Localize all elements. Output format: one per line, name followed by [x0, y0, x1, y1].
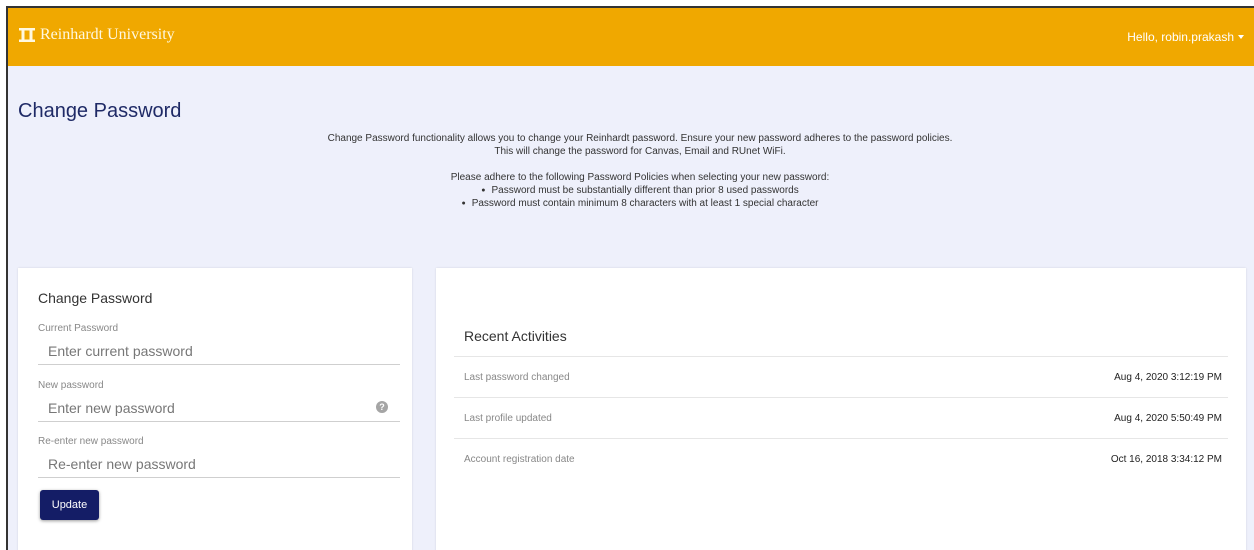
new-password-input[interactable] [48, 397, 368, 419]
confirm-password-group: Re-enter new password [38, 436, 400, 478]
intro-line-2: This will change the password for Canvas… [494, 146, 786, 157]
intro-line-1: Change Password functionality allows you… [327, 133, 953, 144]
new-password-label: New password [38, 380, 104, 391]
recent-activities-card: Recent Activities Last password changed … [436, 268, 1246, 550]
activity-row: Last password changed Aug 4, 2020 3:12:1… [454, 356, 1228, 397]
info-icon[interactable]: ? [376, 401, 388, 413]
confirm-password-wrap [38, 453, 400, 478]
policy-item: Password must contain minimum 8 characte… [8, 197, 1254, 210]
update-button[interactable]: Update [40, 490, 99, 520]
caret-down-icon [1238, 35, 1244, 39]
current-password-wrap [38, 340, 400, 365]
page-title: Change Password [18, 100, 182, 122]
activity-value: Oct 16, 2018 3:34:12 PM [1110, 453, 1222, 465]
activity-value: Aug 4, 2020 3:12:19 PM [1114, 371, 1222, 383]
current-password-label: Current Password [38, 323, 119, 334]
new-password-group: New password ? [38, 380, 400, 422]
confirm-password-input[interactable] [48, 453, 368, 475]
university-pillars-icon [19, 28, 35, 42]
change-password-card-title: Change Password [38, 290, 153, 306]
change-password-card: Change Password Current Password New pas… [18, 268, 412, 550]
new-password-wrap: ? [38, 397, 400, 422]
activity-value: Aug 4, 2020 5:50:49 PM [1114, 412, 1222, 424]
policy-heading: Please adhere to the following Password … [450, 172, 830, 183]
activity-row: Last profile updated Aug 4, 2020 5:50:49… [454, 397, 1228, 438]
recent-activities-title: Recent Activities [464, 328, 567, 344]
policy-item: Password must be substantially different… [8, 184, 1254, 197]
brand-name: Reinhardt University [40, 26, 175, 43]
user-greeting: Hello, robin.prakash [1127, 30, 1234, 44]
app-frame: Reinhardt University Hello, robin.prakas… [6, 6, 1254, 550]
brand-logo[interactable]: Reinhardt University [18, 26, 175, 44]
confirm-password-label: Re-enter new password [38, 436, 144, 447]
top-navbar: Reinhardt University Hello, robin.prakas… [8, 8, 1254, 66]
current-password-input[interactable] [48, 340, 368, 362]
policy-list: Password must be substantially different… [8, 184, 1254, 210]
activity-list: Last password changed Aug 4, 2020 3:12:1… [454, 356, 1228, 479]
current-password-group: Current Password [38, 323, 400, 365]
activity-row: Account registration date Oct 16, 2018 3… [454, 438, 1228, 479]
activity-label: Last password changed [464, 371, 570, 383]
user-menu[interactable]: Hello, robin.prakash [1127, 30, 1244, 44]
intro-text: Change Password functionality allows you… [8, 132, 1254, 210]
activity-label: Last profile updated [464, 412, 552, 424]
activity-label: Account registration date [464, 453, 575, 465]
